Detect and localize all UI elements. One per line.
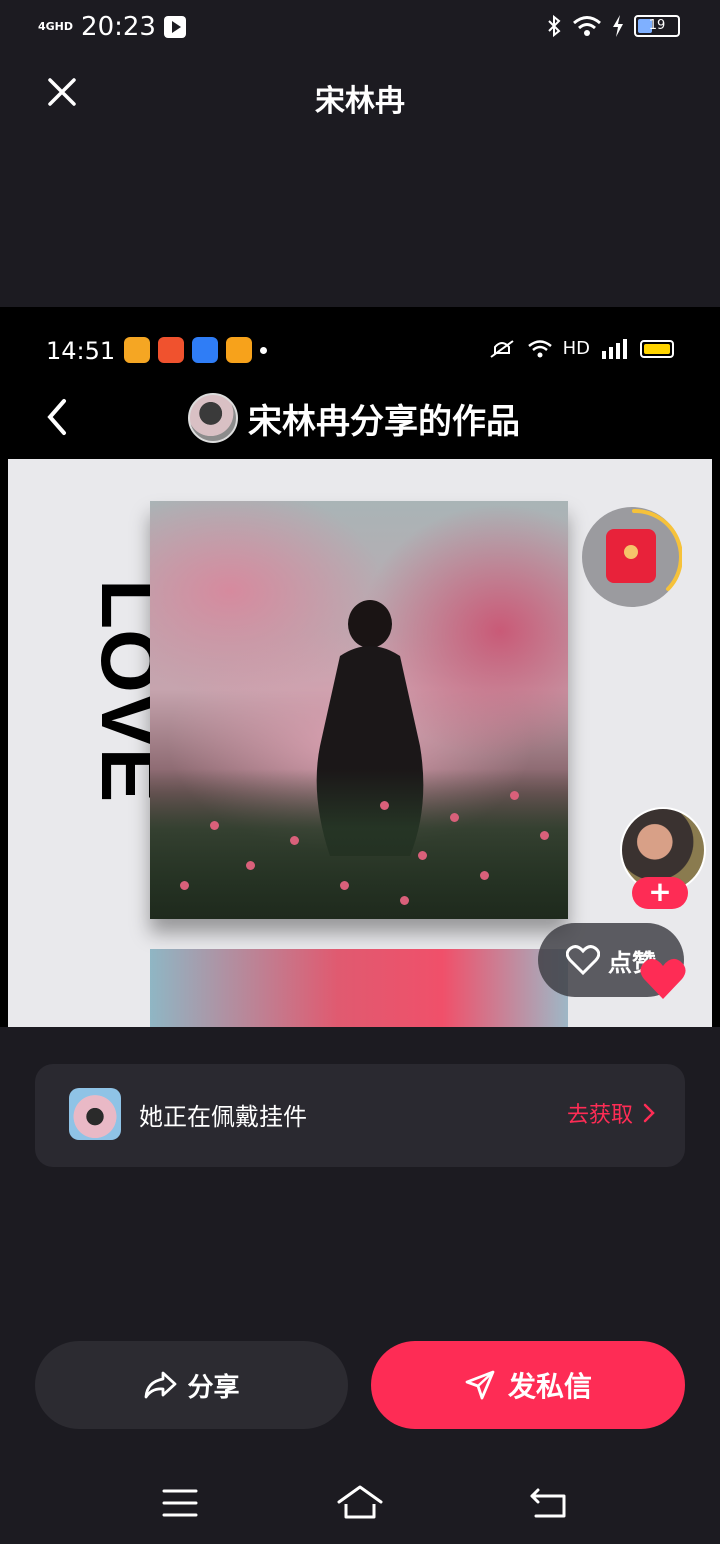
get-pendant-label: 去获取 (566, 1103, 633, 1128)
weibo-icon (124, 337, 150, 363)
get-pendant-link[interactable]: 去获取 (567, 1097, 655, 1129)
status-bar: 4GHD 20:23 19 (0, 0, 720, 58)
heart-outline-icon (566, 945, 600, 975)
send-message-label: 发私信 (507, 1370, 592, 1403)
inner-content: LOVE + 点赞 (8, 459, 712, 1027)
network-indicator: 4GHD (38, 20, 74, 33)
play-badge-icon (163, 16, 186, 38)
shared-screenshot[interactable]: 14:51 HD 宋林冉分享的作品 LOVE + 点赞 (0, 307, 720, 1027)
share-button[interactable]: 分享 (35, 1341, 348, 1429)
follow-plus: + (632, 877, 688, 909)
battery-level: 19 (648, 18, 666, 33)
red-packet-widget (582, 507, 682, 607)
grass-field (150, 769, 568, 919)
poster-photo (150, 501, 568, 919)
inner-avatar (188, 393, 238, 443)
pendant-thumbnail (69, 1088, 121, 1140)
inner-back-icon (47, 399, 66, 435)
files-icon (192, 337, 218, 363)
inner-title: 宋林冉分享的作品 (248, 401, 520, 442)
inner-battery-icon (640, 339, 674, 358)
inner-status-bar: 14:51 HD (0, 307, 720, 387)
send-message-button[interactable]: 发私信 (371, 1341, 685, 1429)
more-dot-icon (260, 346, 267, 354)
red-envelope-icon (606, 529, 656, 583)
next-poster-photo (150, 949, 568, 1027)
bluetooth-icon (548, 14, 561, 38)
battery-icon: 19 (634, 15, 680, 37)
inner-title-group: 宋林冉分享的作品 (188, 393, 520, 443)
app-icon-orange (158, 337, 184, 363)
share-icon (145, 1371, 177, 1399)
top-bar: 宋林冉 (0, 58, 720, 132)
inner-app-icons (124, 337, 267, 363)
inner-status-right: HD (487, 338, 674, 359)
share-label: 分享 (187, 1372, 240, 1403)
paper-plane-icon (465, 1370, 495, 1400)
video-app-icon (226, 337, 252, 363)
charging-icon (613, 15, 623, 37)
wifi-icon (573, 16, 601, 36)
back-icon[interactable] (528, 1486, 570, 1520)
chevron-right-icon (643, 1103, 655, 1123)
status-right: 19 (546, 14, 680, 38)
menu-icon[interactable] (162, 1488, 198, 1518)
status-left: 4GHD 20:23 (38, 12, 186, 42)
inner-status-time: 14:51 (46, 337, 116, 365)
heart-filled-icon (640, 958, 686, 999)
hd-badge: HD (562, 338, 590, 359)
signal-icon (602, 338, 627, 359)
pendant-text: 她正在佩戴挂件 (139, 1103, 307, 1131)
page-title: 宋林冉 (315, 84, 405, 119)
status-time: 20:23 (81, 12, 156, 42)
inner-wifi-icon (527, 339, 552, 357)
system-nav-bar (0, 1474, 720, 1534)
home-icon[interactable] (336, 1484, 384, 1520)
mute-icon (490, 339, 514, 358)
pendant-banner[interactable]: 她正在佩戴挂件 去获取 (35, 1064, 685, 1167)
inner-nav-bar: 宋林冉分享的作品 (0, 385, 720, 457)
